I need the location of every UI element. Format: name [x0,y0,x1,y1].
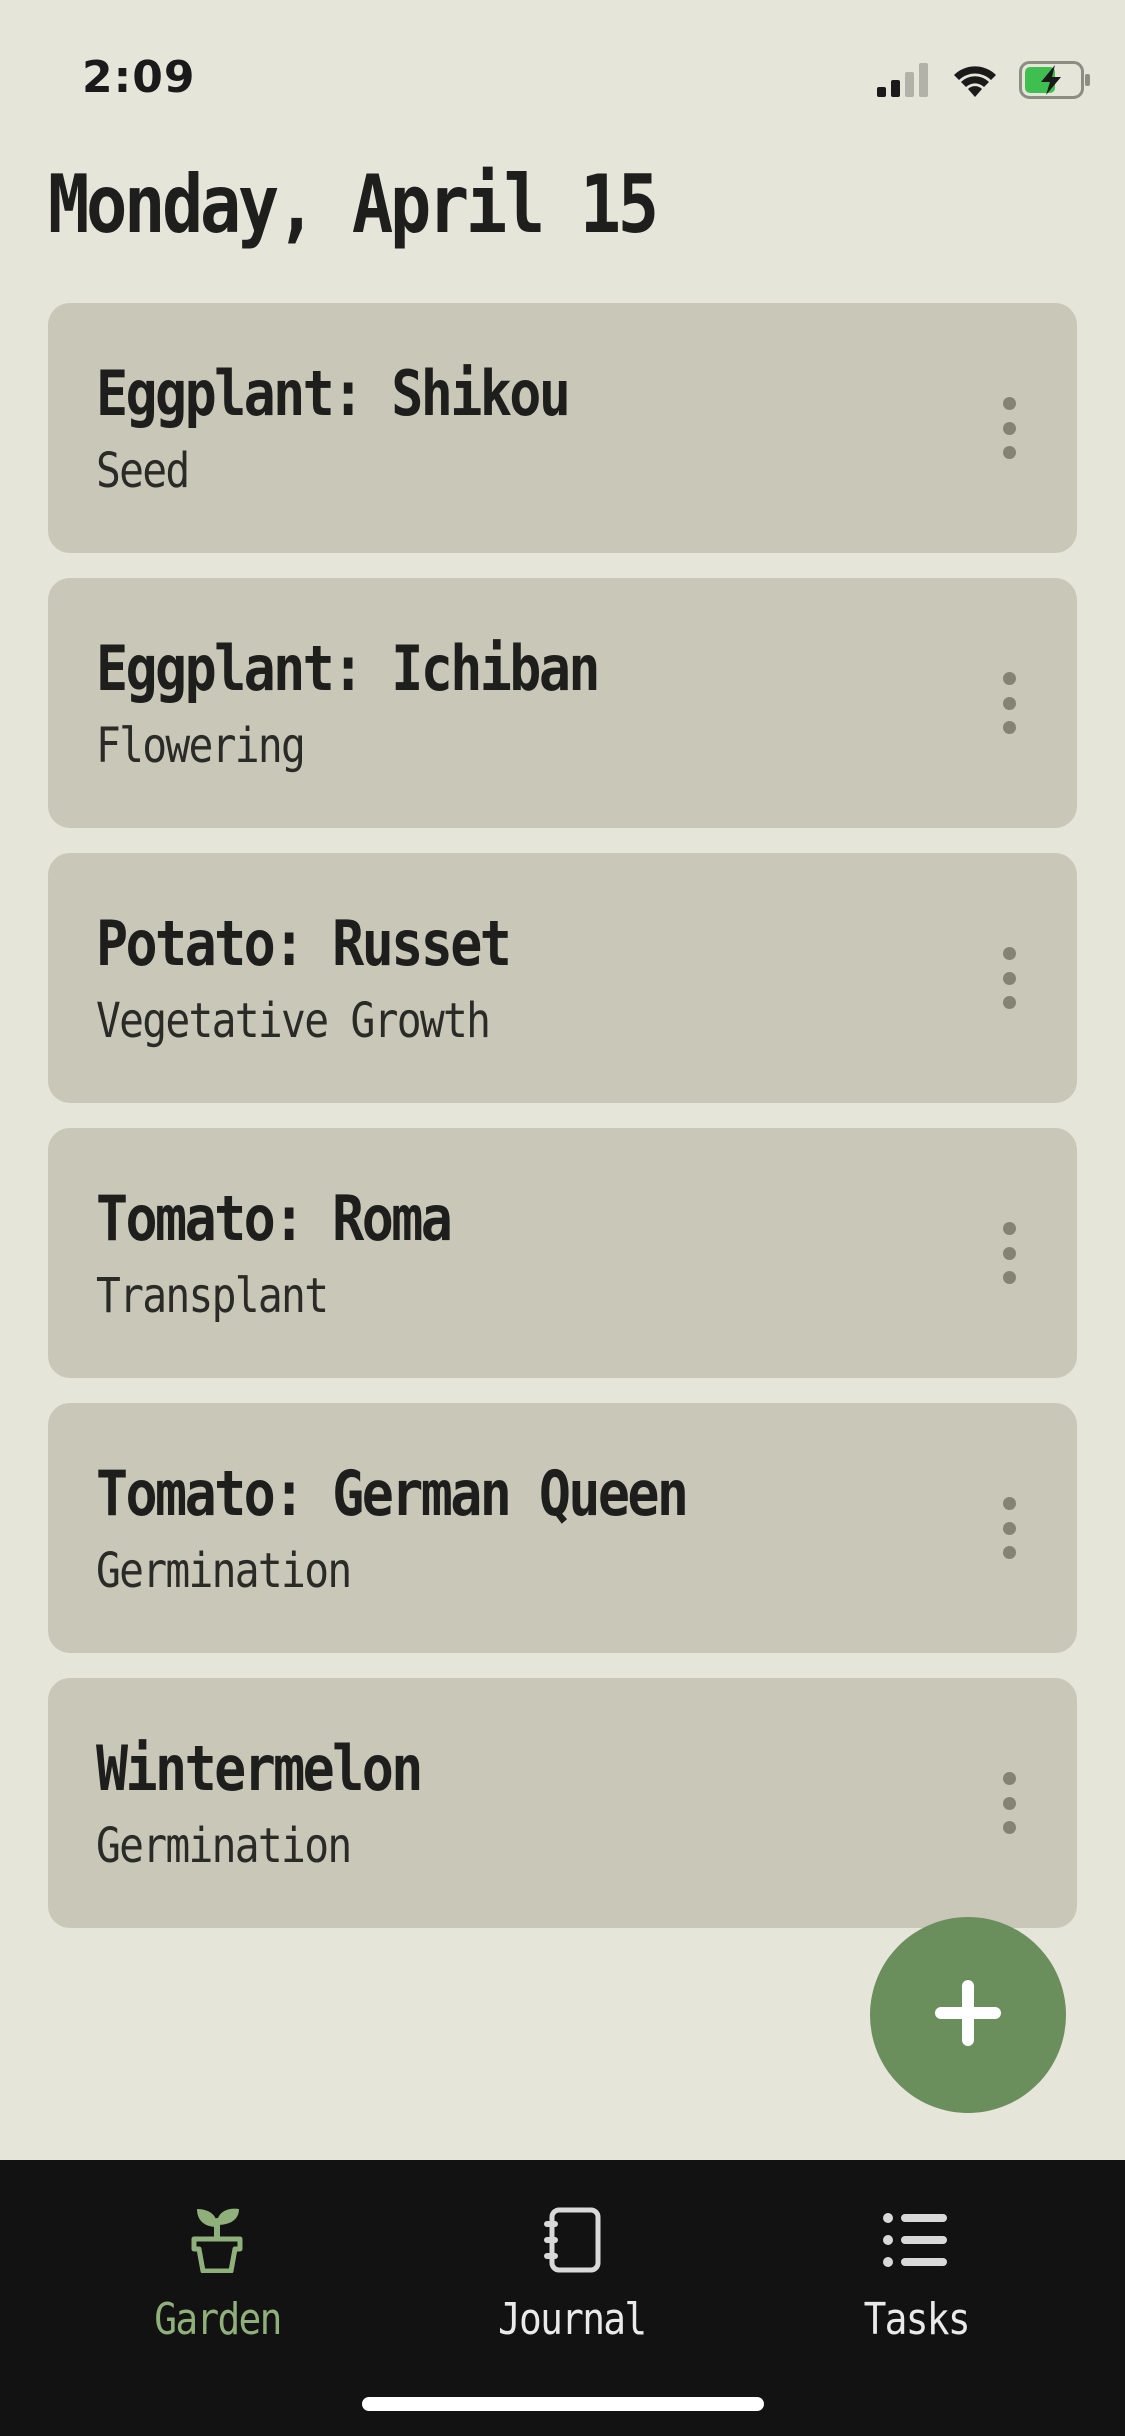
plant-stage: Seed [96,443,190,499]
wifi-icon [953,63,997,101]
tab-garden[interactable]: Garden [97,2200,337,2345]
plant-card[interactable]: Potato: Russet Vegetative Growth [48,853,1077,1103]
more-options-button[interactable] [989,668,1029,738]
plant-name: Eggplant: Ichiban [96,632,600,705]
plant-stage: Germination [96,1818,352,1874]
more-vertical-icon [1002,1772,1016,1785]
tab-tasks-label: Tasks [863,2294,970,2345]
plant-stage: Flowering [96,718,306,774]
plant-card[interactable]: Wintermelon Germination [48,1678,1077,1928]
page-title: Monday, April 15 [48,158,659,251]
sprout-pot-icon [189,2200,245,2280]
more-vertical-icon [1002,672,1016,685]
tab-tasks[interactable]: Tasks [796,2200,1036,2345]
more-vertical-icon [1002,1222,1016,1235]
more-vertical-icon [1002,947,1016,960]
plant-name: Eggplant: Shikou [96,357,571,430]
tab-garden-label: Garden [153,2294,282,2345]
more-options-button[interactable] [989,393,1029,463]
plant-name: Tomato: Roma [96,1182,453,1255]
status-icons [877,58,1091,106]
garden-screen: 2:09 Monday, April 15 Eggplant: Shikou S… [0,0,1125,2436]
plant-list: Eggplant: Shikou Seed Eggplant: Ichiban … [48,303,1077,1953]
more-vertical-icon [1002,1497,1016,1510]
plant-name: Tomato: German Queen [96,1457,689,1530]
plant-card[interactable]: Tomato: Roma Transplant [48,1128,1077,1378]
tab-journal[interactable]: Journal [452,2200,692,2345]
cellular-signal-icon [877,63,931,101]
status-bar: 2:09 [0,0,1125,150]
more-vertical-icon [1002,397,1016,410]
more-options-button[interactable] [989,1218,1029,1288]
status-time: 2:09 [82,52,196,103]
plant-stage: Vegetative Growth [96,993,491,1049]
more-options-button[interactable] [989,943,1029,1013]
plant-name: Potato: Russet [96,907,512,980]
home-indicator[interactable] [362,2397,764,2411]
more-options-button[interactable] [989,1493,1029,1563]
tab-journal-label: Journal [498,2294,647,2345]
add-plant-button[interactable] [870,1917,1066,2113]
plant-card[interactable]: Eggplant: Shikou Seed [48,303,1077,553]
plant-card[interactable]: Tomato: German Queen Germination [48,1403,1077,1653]
plant-stage: Germination [96,1543,352,1599]
plant-stage: Transplant [96,1268,329,1324]
plus-icon [933,1978,1003,2052]
plant-name: Wintermelon [96,1732,423,1805]
plant-card[interactable]: Eggplant: Ichiban Flowering [48,578,1077,828]
bottom-nav: Garden Journal Tasks [0,2160,1125,2436]
more-options-button[interactable] [989,1768,1029,1838]
notebook-icon [542,2200,602,2280]
battery-charging-icon [1019,61,1091,103]
list-icon [883,2200,949,2280]
